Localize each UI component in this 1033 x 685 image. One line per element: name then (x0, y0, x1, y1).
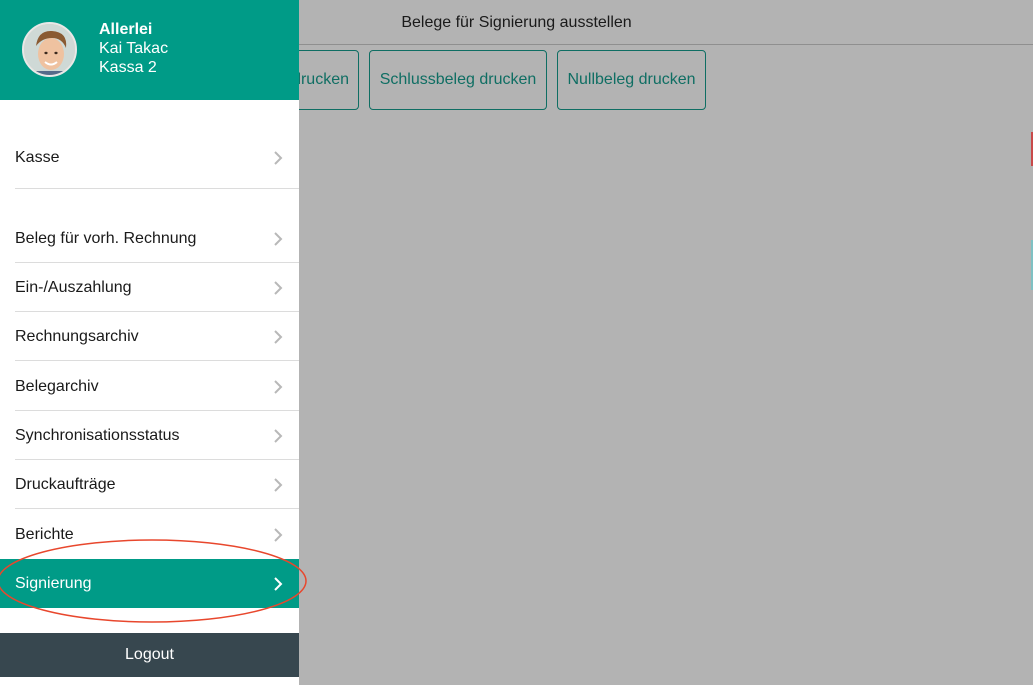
register-name: Kassa 2 (99, 59, 157, 76)
divider (15, 508, 299, 509)
menu-item-label: Synchronisationsstatus (15, 426, 180, 444)
avatar (22, 22, 77, 77)
divider (15, 188, 299, 189)
chevron-right-icon (274, 576, 283, 591)
chevron-right-icon (274, 329, 283, 344)
closing-receipt-print-button[interactable]: Schlussbeleg drucken (369, 50, 547, 110)
menu-item-label: Rechnungsarchiv (15, 327, 139, 345)
chevron-right-icon (274, 527, 283, 542)
menu-item-kasse[interactable]: Kasse (0, 133, 299, 189)
side-drawer: Allerlei Kai Takac Kassa 2 Kasse Beleg f… (0, 0, 299, 685)
drawer-header: Allerlei Kai Takac Kassa 2 (0, 0, 299, 100)
menu-item-beleg-vorh-rechnung[interactable]: Beleg für vorh. Rechnung (0, 214, 299, 263)
menu-item-druckauftraege[interactable]: Druckaufträge (0, 460, 299, 509)
zero-receipt-print-button[interactable]: Nullbeleg drucken (557, 50, 706, 110)
divider (15, 360, 299, 361)
chevron-right-icon (274, 428, 283, 443)
user-name: Kai Takac (99, 40, 169, 57)
menu-item-label: Beleg für vorh. Rechnung (15, 229, 197, 247)
menu-item-label: Berichte (15, 525, 74, 543)
menu-item-label: Signierung (15, 574, 92, 592)
menu-item-belegarchiv[interactable]: Belegarchiv (0, 362, 299, 411)
chevron-right-icon (274, 477, 283, 492)
chevron-right-icon (274, 280, 283, 295)
menu-item-label: Druckaufträge (15, 475, 116, 493)
menu-item-rechnungsarchiv[interactable]: Rechnungsarchiv (0, 312, 299, 361)
store-name: Allerlei (99, 21, 153, 38)
chevron-right-icon (274, 231, 283, 246)
logout-button[interactable]: Logout (0, 633, 299, 677)
chevron-right-icon (274, 379, 283, 394)
menu-item-label: Ein-/Auszahlung (15, 278, 132, 296)
menu-item-signierung[interactable]: Signierung (0, 559, 299, 608)
chevron-right-icon (274, 150, 283, 165)
menu-item-label: Kasse (15, 148, 60, 166)
menu-item-ein-auszahlung[interactable]: Ein-/Auszahlung (0, 263, 299, 312)
menu-item-synchronisationsstatus[interactable]: Synchronisationsstatus (0, 411, 299, 460)
menu-item-berichte[interactable]: Berichte (0, 510, 299, 559)
menu-item-label: Belegarchiv (15, 377, 99, 395)
